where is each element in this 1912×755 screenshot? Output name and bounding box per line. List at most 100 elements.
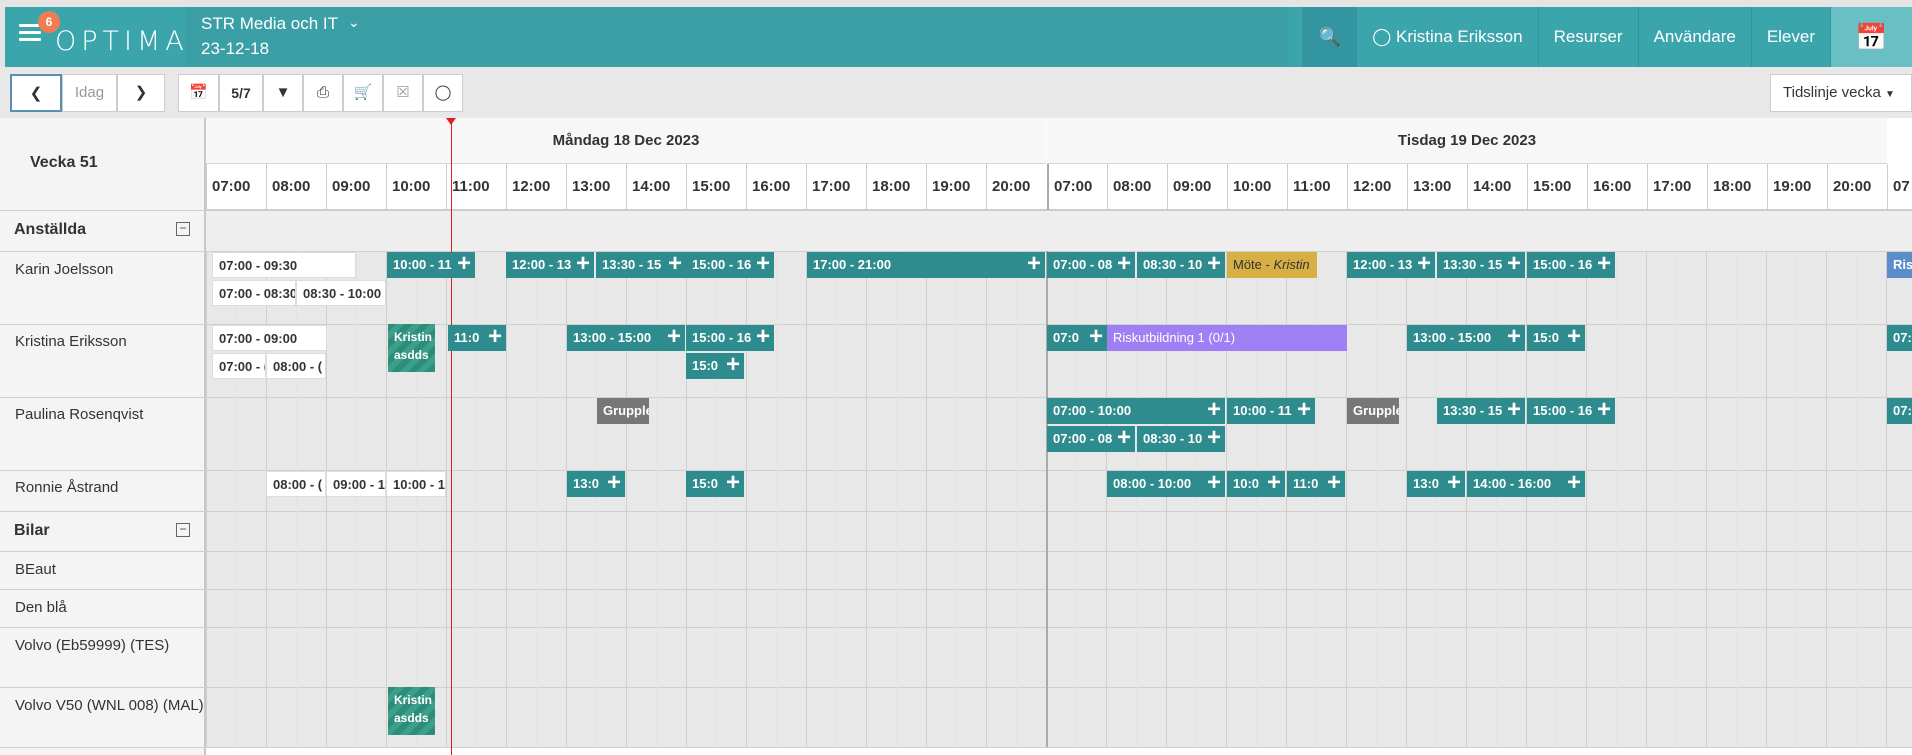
- add-icon[interactable]: +: [1447, 471, 1461, 495]
- add-icon[interactable]: +: [667, 325, 681, 349]
- event-kristina[interactable]: 15:0 +: [1527, 325, 1585, 351]
- search-icon[interactable]: 🔍: [1302, 7, 1357, 67]
- car-beaut[interactable]: BEaut: [15, 561, 56, 578]
- employee-kristina[interactable]: Kristina Eriksson: [15, 333, 127, 350]
- add-icon[interactable]: +: [1327, 471, 1341, 495]
- add-icon[interactable]: +: [1417, 252, 1431, 276]
- event-karin[interactable]: 07:00 - 08:30: [212, 280, 296, 306]
- event-karin[interactable]: 12:00 - 13 +: [1347, 252, 1435, 278]
- event-kristina[interactable]: 13:00 - 15:00 +: [1407, 325, 1525, 351]
- calendar-picker-icon[interactable]: 📅: [178, 74, 219, 112]
- add-icon[interactable]: +: [1267, 471, 1281, 495]
- event-paulina[interactable]: 13:30 - 15 +: [1437, 398, 1525, 424]
- prev-button[interactable]: ❮: [10, 74, 62, 112]
- event-ronnie[interactable]: 08:00 - 10:00 +: [1107, 471, 1225, 497]
- days-count-button[interactable]: 5/7: [219, 74, 263, 112]
- employee-paulina[interactable]: Paulina Rosenqvist: [15, 406, 143, 423]
- print-icon[interactable]: ⎙: [303, 74, 343, 112]
- add-icon[interactable]: +: [488, 325, 502, 349]
- add-icon[interactable]: +: [1207, 471, 1221, 495]
- add-icon[interactable]: +: [1567, 325, 1581, 349]
- event-paulina[interactable]: 07:00 - 08 +: [1047, 426, 1135, 452]
- employee-ronnie[interactable]: Ronnie Åstrand: [15, 479, 118, 496]
- car-volvo-eb59999[interactable]: Volvo (Eb59999) (TES): [15, 637, 169, 654]
- add-icon[interactable]: +: [1297, 398, 1311, 422]
- add-icon[interactable]: +: [576, 252, 590, 276]
- event-karin[interactable]: 12:00 - 13 +: [506, 252, 594, 278]
- event-kristina[interactable]: Riskutbildning 1 (0/1): [1107, 325, 1347, 351]
- event-ronnie[interactable]: 10:00 - 1: [386, 471, 446, 497]
- event-kristina[interactable]: 07:00 - (: [212, 353, 266, 379]
- event-karin[interactable]: Möte - Kristin: [1227, 252, 1317, 278]
- add-icon[interactable]: +: [1207, 252, 1221, 276]
- employee-karin[interactable]: Karin Joelsson: [15, 261, 113, 278]
- nav-anvandare[interactable]: Användare: [1637, 7, 1751, 67]
- collapse-anstallda-icon[interactable]: −: [176, 222, 190, 236]
- add-icon[interactable]: +: [1207, 426, 1221, 450]
- event-karin[interactable]: 08:30 - 10 +: [1137, 252, 1225, 278]
- add-icon[interactable]: +: [1507, 325, 1521, 349]
- event-kristina[interactable]: 11:0 +: [448, 325, 506, 351]
- add-icon[interactable]: +: [1597, 252, 1611, 276]
- car-volvo-v50[interactable]: Volvo V50 (WNL 008) (MAL): [15, 697, 204, 714]
- event-ronnie[interactable]: 08:00 - (: [266, 471, 326, 497]
- event-paulina[interactable]: Grupple: [1347, 398, 1399, 424]
- add-icon[interactable]: +: [726, 353, 740, 377]
- event-ronnie[interactable]: 09:00 - 1: [326, 471, 386, 497]
- booking-kristina[interactable]: Kristin asdds: [388, 324, 435, 372]
- event-kristina[interactable]: 07:: [1887, 325, 1912, 351]
- add-icon[interactable]: +: [1027, 252, 1041, 276]
- event-ronnie[interactable]: 13:0 +: [567, 471, 625, 497]
- event-paulina[interactable]: 08:30 - 10 +: [1137, 426, 1225, 452]
- add-icon[interactable]: +: [1507, 252, 1521, 276]
- event-karin[interactable]: 13:30 - 15 +: [1437, 252, 1525, 278]
- event-ronnie[interactable]: 14:00 - 16:00 +: [1467, 471, 1585, 497]
- add-icon[interactable]: +: [1117, 426, 1131, 450]
- event-karin[interactable]: 07:00 - 08 +: [1047, 252, 1135, 278]
- add-icon[interactable]: +: [756, 252, 770, 276]
- nav-elever[interactable]: Elever: [1750, 7, 1830, 67]
- collapse-bilar-icon[interactable]: −: [176, 523, 190, 537]
- event-kristina[interactable]: 15:00 - 16 +: [686, 325, 774, 351]
- event-kristina[interactable]: 13:00 - 15:00 +: [567, 325, 685, 351]
- event-kristina[interactable]: 07:00 - 09:00: [212, 325, 327, 351]
- view-select[interactable]: Tidslinje vecka ▼: [1770, 74, 1912, 112]
- nav-resurser[interactable]: Resurser: [1537, 7, 1638, 67]
- event-ronnie[interactable]: 10:0 +: [1227, 471, 1285, 497]
- event-karin[interactable]: 13:30 - 15 +: [596, 252, 686, 278]
- event-kristina[interactable]: 15:0 +: [686, 353, 744, 379]
- car-den-bla[interactable]: Den blå: [15, 599, 67, 616]
- add-icon[interactable]: +: [668, 252, 682, 276]
- add-icon[interactable]: +: [1117, 252, 1131, 276]
- event-kristina[interactable]: 08:00 - (: [266, 353, 326, 379]
- add-icon[interactable]: +: [1207, 398, 1221, 422]
- add-icon[interactable]: +: [756, 325, 770, 349]
- event-ronnie[interactable]: 11:0 +: [1287, 471, 1345, 497]
- event-ronnie[interactable]: 13:0 +: [1407, 471, 1465, 497]
- event-paulina[interactable]: 10:00 - 11 +: [1227, 398, 1315, 424]
- today-button[interactable]: Idag: [62, 74, 117, 112]
- event-karin[interactable]: Ris: [1887, 252, 1912, 278]
- add-icon[interactable]: +: [607, 471, 621, 495]
- user-menu[interactable]: ◯ Kristina Eriksson: [1356, 7, 1538, 67]
- event-karin[interactable]: 08:30 - 10:00: [296, 280, 386, 306]
- event-kristina[interactable]: 07:0 +: [1047, 325, 1107, 351]
- org-selector[interactable]: STR Media och IT ⌄ 23-12-18: [185, 7, 1288, 67]
- add-icon[interactable]: +: [726, 471, 740, 495]
- event-paulina[interactable]: 15:00 - 16 +: [1527, 398, 1615, 424]
- event-karin[interactable]: 15:00 - 16 +: [1527, 252, 1615, 278]
- add-icon[interactable]: +: [1089, 325, 1103, 349]
- event-karin[interactable]: 17:00 - 21:00 +: [807, 252, 1045, 278]
- user-filter-icon[interactable]: ◯: [423, 74, 463, 112]
- event-ronnie[interactable]: 15:0 +: [686, 471, 744, 497]
- add-icon[interactable]: +: [1597, 398, 1611, 422]
- filter-icon[interactable]: ▼: [263, 74, 303, 112]
- add-icon[interactable]: +: [457, 252, 471, 276]
- event-paulina[interactable]: Grupple: [597, 398, 649, 424]
- booking-volvo_v50[interactable]: Kristin asdds: [388, 687, 435, 735]
- calendar-cancel-icon[interactable]: ☒: [383, 74, 423, 112]
- event-karin[interactable]: 10:00 - 11 +: [387, 252, 475, 278]
- add-icon[interactable]: +: [1567, 471, 1581, 495]
- event-paulina[interactable]: 07:00 - 10:00 +: [1047, 398, 1225, 424]
- cart-icon[interactable]: 🛒: [343, 74, 383, 112]
